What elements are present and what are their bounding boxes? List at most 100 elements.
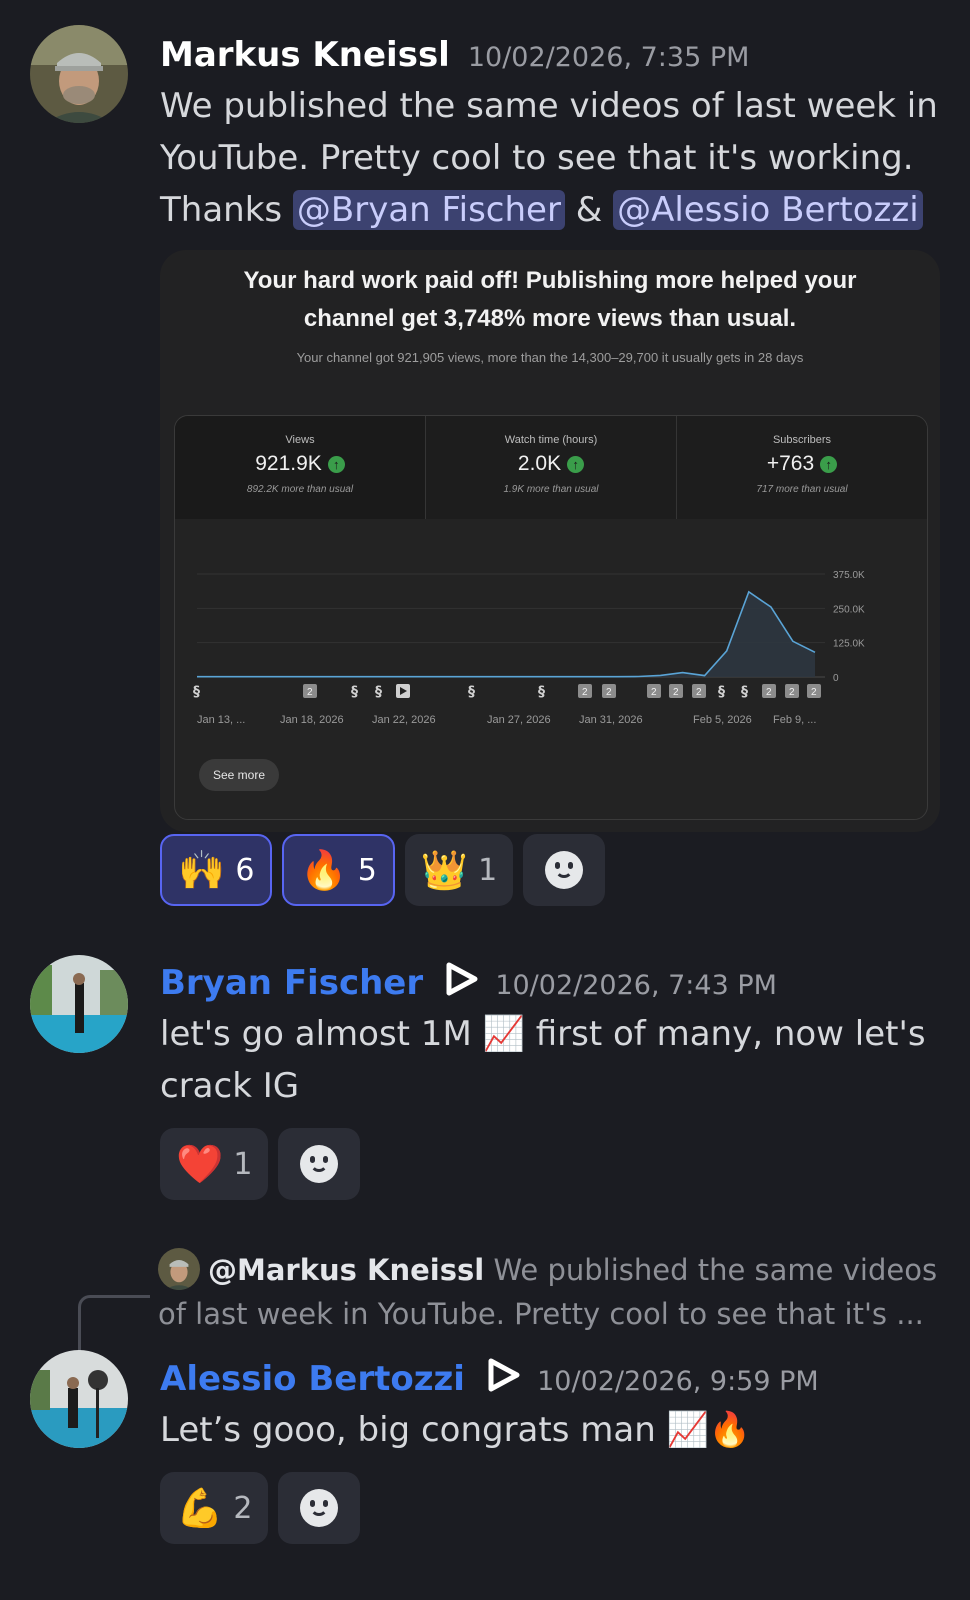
shorts-icon: § xyxy=(375,684,382,700)
marker-count: 2 xyxy=(651,687,657,698)
x-tick-label: Jan 27, 2026 xyxy=(487,714,551,726)
views-chart: 375.0K 250.0K 125.0K 0 § 2 § § § § 2 2 2 2 2 § § 2 2 2 Jan 1… xyxy=(193,570,865,726)
reactions-row: 💪 2 xyxy=(160,1472,361,1544)
embed-headline-line: channel get 3,748% more views than usual… xyxy=(303,305,797,332)
shorts-icon: § xyxy=(538,684,545,700)
marker-count: 2 xyxy=(789,687,795,698)
crown-emoji: 👑 xyxy=(420,847,469,892)
shorts-icon: § xyxy=(351,684,358,700)
reaction-count: 1 xyxy=(233,1146,253,1182)
marker-count: 2 xyxy=(606,687,612,698)
x-tick-label: Jan 18, 2026 xyxy=(280,714,344,726)
add-reaction-button[interactable] xyxy=(278,1472,361,1544)
reply-reference[interactable]: @Markus Kneissl We published the same vi… xyxy=(158,1248,948,1336)
smiley-icon xyxy=(545,851,584,889)
message-header: Alessio Bertozzi 10/02/2026, 9:59 PM xyxy=(160,1354,819,1404)
stat-views: Views 921.9K ↑ 892.2K more than usual xyxy=(175,416,426,519)
analytics-embed-image[interactable]: Your hard work paid off! Publishing more… xyxy=(160,250,940,832)
analytics-panel: Views 921.9K ↑ 892.2K more than usual Wat… xyxy=(174,415,928,820)
marker-count: 2 xyxy=(811,687,817,698)
timestamp: 10/02/2026, 7:43 PM xyxy=(495,970,777,1001)
author-name[interactable]: Alessio Bertozzi xyxy=(160,1359,465,1399)
stat-note: 892.2K more than usual xyxy=(246,484,354,495)
avatar[interactable] xyxy=(30,1350,128,1448)
stats-row: Views 921.9K ↑ 892.2K more than usual Wat… xyxy=(175,416,927,519)
area-fill xyxy=(197,591,815,677)
arrow-up-icon: ↑ xyxy=(567,455,585,473)
thanks-text: Thanks xyxy=(160,190,283,230)
message-text: let's go almost 1M xyxy=(160,1014,472,1054)
reply-avatar xyxy=(158,1248,200,1290)
marker-count: 2 xyxy=(766,687,772,698)
stat-subscribers: Subscribers +763 ↑ 717 more than usual xyxy=(677,416,927,519)
reaction-fire[interactable]: 🔥 5 xyxy=(282,834,395,906)
raising-hands-emoji: 🙌 xyxy=(178,847,226,892)
shorts-icon: § xyxy=(741,684,748,700)
reaction-count: 5 xyxy=(357,852,377,888)
reaction-count: 6 xyxy=(235,852,255,888)
shorts-icon: § xyxy=(193,684,200,700)
avatar-markus-small-image xyxy=(158,1248,200,1290)
stat-watch-time: Watch time (hours) 2.0K ↑ 1.9K more than … xyxy=(426,416,677,519)
reaction-count: 2 xyxy=(233,1490,253,1526)
chart-and-fire-emoji: 📈🔥 xyxy=(666,1410,752,1450)
message-text: Let’s gooo, big congrats man xyxy=(160,1410,656,1450)
author-name[interactable]: Bryan Fischer xyxy=(160,963,423,1003)
reaction-flexed-biceps[interactable]: 💪 2 xyxy=(160,1472,269,1544)
avatar[interactable] xyxy=(30,25,128,123)
timestamp: 10/02/2026, 7:35 PM xyxy=(467,42,750,73)
y-tick-label: 250.0K xyxy=(833,604,865,615)
stat-label: Watch time (hours) xyxy=(504,434,598,446)
ampersand-text: & xyxy=(575,190,603,230)
arrow-up-icon: ↑ xyxy=(327,455,345,473)
smiley-icon xyxy=(300,1145,339,1183)
timestamp: 10/02/2026, 9:59 PM xyxy=(537,1366,819,1397)
x-tick-label: Feb 5, 2026 xyxy=(693,714,752,726)
message-line: YouTube. Pretty cool to see that it's wo… xyxy=(160,138,914,178)
marker-count: 2 xyxy=(673,687,679,698)
x-tick-label: Jan 31, 2026 xyxy=(579,714,643,726)
marker-count: 2 xyxy=(582,687,588,698)
reaction-count: 1 xyxy=(478,852,498,888)
fire-emoji: 🔥 xyxy=(300,847,348,892)
reply-preview-text: We published the same videos xyxy=(493,1253,938,1287)
message-markus: Markus Kneissl 10/02/2026, 7:35 PM We pub… xyxy=(0,0,970,930)
reaction-heart[interactable]: ❤️ 1 xyxy=(160,1128,269,1200)
reactions-row: ❤️ 1 xyxy=(160,1128,361,1200)
stat-value: 921.9K ↑ xyxy=(175,452,425,476)
see-more-button[interactable]: See more xyxy=(199,759,280,791)
stat-value-text: 2.0K xyxy=(517,452,562,475)
stat-value-text: 921.9K xyxy=(255,452,322,475)
smiley-icon xyxy=(300,1489,339,1527)
chart-increasing-emoji: 📈 xyxy=(482,1014,525,1054)
shorts-icon: § xyxy=(718,684,725,700)
embed-subline: Your channel got 921,905 views, more tha… xyxy=(296,350,804,365)
stat-note: 1.9K more than usual xyxy=(503,484,599,495)
add-reaction-button[interactable] xyxy=(278,1128,361,1200)
mention-bryan[interactable]: @Bryan Fischer xyxy=(292,190,565,230)
x-tick-label: Jan 22, 2026 xyxy=(372,714,436,726)
play-badge-icon xyxy=(446,962,478,996)
reply-preview-text: of last week in YouTube. Pretty cool to … xyxy=(158,1297,924,1331)
marker-count: 2 xyxy=(696,687,702,698)
add-reaction-button[interactable] xyxy=(523,834,606,906)
embed-headline-line: Your hard work paid off! Publishing more… xyxy=(243,267,857,294)
reply-mention[interactable]: @Markus Kneissl xyxy=(208,1253,484,1287)
heart-emoji: ❤️ xyxy=(176,1141,224,1186)
reactions-row: 🙌 6 🔥 5 👑 1 xyxy=(160,834,606,906)
avatar-bryan-image xyxy=(30,955,128,1053)
avatar-alessio-image xyxy=(30,1350,128,1448)
reaction-crown[interactable]: 👑 1 xyxy=(404,834,514,906)
avatar[interactable] xyxy=(30,955,128,1053)
shorts-icon: § xyxy=(468,684,475,700)
stat-label: Subscribers xyxy=(772,434,832,446)
reaction-raising-hands[interactable]: 🙌 6 xyxy=(160,834,273,906)
message-text: first of many, now let's xyxy=(535,1014,926,1054)
mention-alessio[interactable]: @Alessio Bertozzi xyxy=(613,190,923,230)
arrow-up-icon: ↑ xyxy=(820,455,838,473)
message-line: We published the same videos of last wee… xyxy=(160,86,938,126)
stat-value-text: +763 xyxy=(766,452,815,475)
y-tick-label: 125.0K xyxy=(833,639,865,650)
flexed-biceps-emoji: 💪 xyxy=(176,1485,224,1530)
author-name[interactable]: Markus Kneissl xyxy=(160,35,450,75)
